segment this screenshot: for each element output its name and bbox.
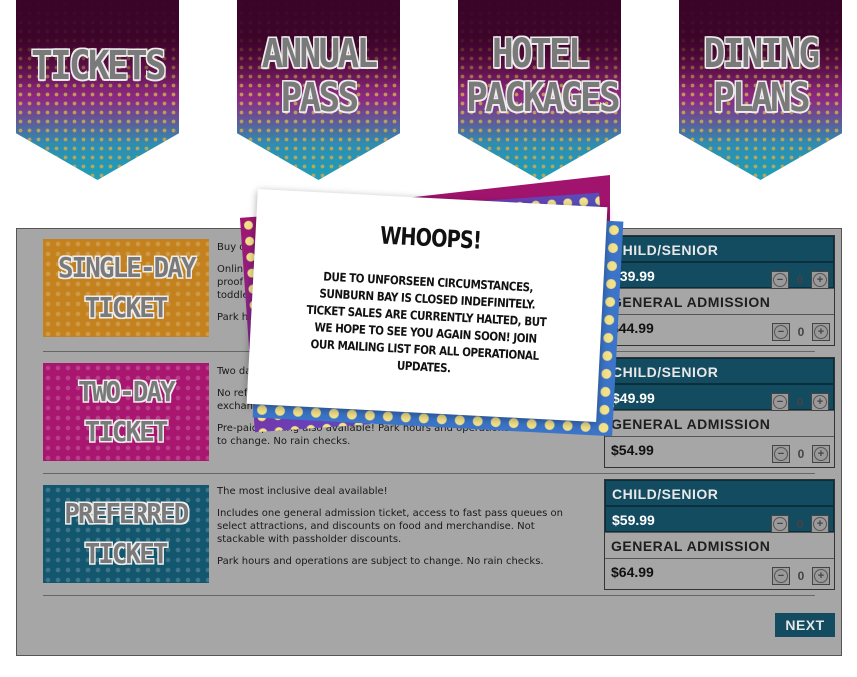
minus-button[interactable]: −: [772, 445, 790, 463]
preferred-desc-1: The most inclusive deal available!: [217, 486, 388, 497]
minus-icon: −: [774, 569, 788, 583]
nav-hotel-line2: PACKAGES: [466, 75, 620, 121]
minus-button[interactable]: −: [772, 323, 790, 341]
nav-hotel-packages-banner[interactable]: HOTEL PACKAGES: [458, 0, 621, 180]
modal-title: WHOOPS!: [379, 221, 482, 255]
general-admission-qty-stepper: − 0 +: [772, 319, 830, 345]
single-day-price-box: CHILD/SENIOR $39.99 − 0 + GENERAL ADMISS…: [604, 235, 835, 346]
nav-annual-pass-line2: PASS: [280, 75, 360, 121]
child-senior-price-row: $59.99 − 0 +: [605, 506, 834, 533]
closure-modal: WHOOPS! DUE TO UNFORSEEN CIRCUMSTANCES, …: [246, 188, 608, 423]
nav-tickets-banner[interactable]: TICKETS: [16, 0, 179, 180]
qty-value: 0: [796, 517, 804, 531]
qty-value: 0: [796, 273, 804, 287]
plus-button[interactable]: +: [811, 393, 829, 411]
two-day-price-box: CHILD/SENIOR $49.99 − 0 + GENERAL ADMISS…: [604, 357, 835, 468]
preferred-price-box: CHILD/SENIOR $59.99 − 0 + GENERAL ADMISS…: [604, 479, 835, 590]
child-senior-label: CHILD/SENIOR: [605, 358, 834, 384]
ticket-row-preferred: PREFERRED TICKET The most inclusive deal…: [43, 479, 835, 595]
qty-value: 0: [797, 447, 805, 461]
plus-button[interactable]: +: [812, 567, 830, 585]
qty-value: 0: [797, 569, 805, 583]
plus-icon: +: [813, 395, 827, 409]
plus-icon: +: [814, 447, 828, 461]
nav-annual-pass-line1: ANNUAL: [261, 31, 379, 77]
general-admission-price: $64.99: [611, 564, 654, 580]
plus-icon: +: [813, 517, 827, 531]
child-senior-price: $59.99: [612, 512, 655, 528]
nav-hotel-packages-label: HOTEL PACKAGES: [466, 31, 620, 121]
nav-dining-line2: PLANS: [713, 75, 811, 121]
general-admission-price: $54.99: [611, 442, 654, 458]
plus-icon: +: [813, 273, 827, 287]
preferred-description: The most inclusive deal available! Inclu…: [217, 485, 577, 577]
plus-button[interactable]: +: [811, 515, 829, 533]
nav-tickets-label: TICKETS: [31, 43, 167, 89]
minus-button[interactable]: −: [771, 515, 789, 533]
nav-dining-plans-label: DINING PLANS: [687, 32, 834, 120]
row-divider: [43, 473, 815, 474]
minus-icon: −: [774, 447, 788, 461]
nav-dining-plans-banner[interactable]: DINING PLANS: [679, 0, 842, 180]
child-senior-qty-stepper: − 0 +: [771, 267, 829, 293]
two-day-name-line1: TWO-DAY: [78, 375, 176, 408]
child-senior-qty-stepper: − 0 +: [771, 511, 829, 537]
child-senior-qty-stepper: − 0 +: [771, 389, 829, 415]
plus-button[interactable]: +: [812, 323, 830, 341]
plus-button[interactable]: +: [811, 271, 829, 289]
minus-button[interactable]: −: [771, 393, 789, 411]
general-admission-price-row: $64.99 − 0 +: [605, 558, 834, 585]
minus-button[interactable]: −: [772, 567, 790, 585]
child-senior-price: $49.99: [612, 390, 655, 406]
preferred-ticket-card: PREFERRED TICKET: [43, 485, 209, 583]
child-senior-label: CHILD/SENIOR: [605, 236, 834, 262]
child-senior-price-row: $39.99 − 0 +: [605, 262, 834, 289]
general-admission-price-row: $44.99 − 0 +: [605, 314, 834, 341]
plus-button[interactable]: +: [812, 445, 830, 463]
minus-icon: −: [774, 325, 788, 339]
minus-icon: −: [773, 273, 787, 287]
qty-value: 0: [797, 325, 805, 339]
general-admission-price-row: $54.99 − 0 +: [605, 436, 834, 463]
preferred-desc-3: Park hours and operations are subject to…: [217, 556, 544, 567]
general-admission-qty-stepper: − 0 +: [772, 441, 830, 467]
single-day-name-line2: TICKET: [84, 291, 169, 324]
single-day-ticket-card: SINGLE-DAY TICKET: [43, 239, 209, 337]
two-day-name-line2: TICKET: [84, 415, 169, 448]
general-admission-qty-stepper: − 0 +: [772, 563, 830, 589]
minus-button[interactable]: −: [771, 271, 789, 289]
nav-hotel-line1: HOTEL: [492, 31, 590, 77]
qty-value: 0: [796, 395, 804, 409]
next-button[interactable]: NEXT: [775, 613, 835, 637]
single-day-name-line1: SINGLE-DAY: [57, 251, 197, 284]
minus-icon: −: [773, 395, 787, 409]
page: TICKETS ANNUAL PASS HOTEL PACKAGES DININ…: [0, 0, 857, 677]
nav-dining-line1: DINING: [703, 31, 821, 77]
child-senior-label: CHILD/SENIOR: [605, 480, 834, 506]
minus-icon: −: [773, 517, 787, 531]
row-divider: [43, 595, 815, 596]
preferred-desc-2: Includes one general admission ticket, a…: [217, 508, 563, 545]
nav-annual-pass-label: ANNUAL PASS: [245, 32, 392, 120]
plus-icon: +: [814, 569, 828, 583]
plus-icon: +: [814, 325, 828, 339]
nav-annual-pass-banner[interactable]: ANNUAL PASS: [237, 0, 400, 180]
preferred-name-line1: PREFERRED: [64, 497, 189, 530]
preferred-name-line2: TICKET: [84, 537, 169, 570]
two-day-ticket-card: TWO-DAY TICKET: [43, 363, 209, 461]
modal-message: DUE TO UNFORSEEN CIRCUMSTANCES, SUNBURN …: [306, 269, 547, 376]
child-senior-price-row: $49.99 − 0 +: [605, 384, 834, 411]
